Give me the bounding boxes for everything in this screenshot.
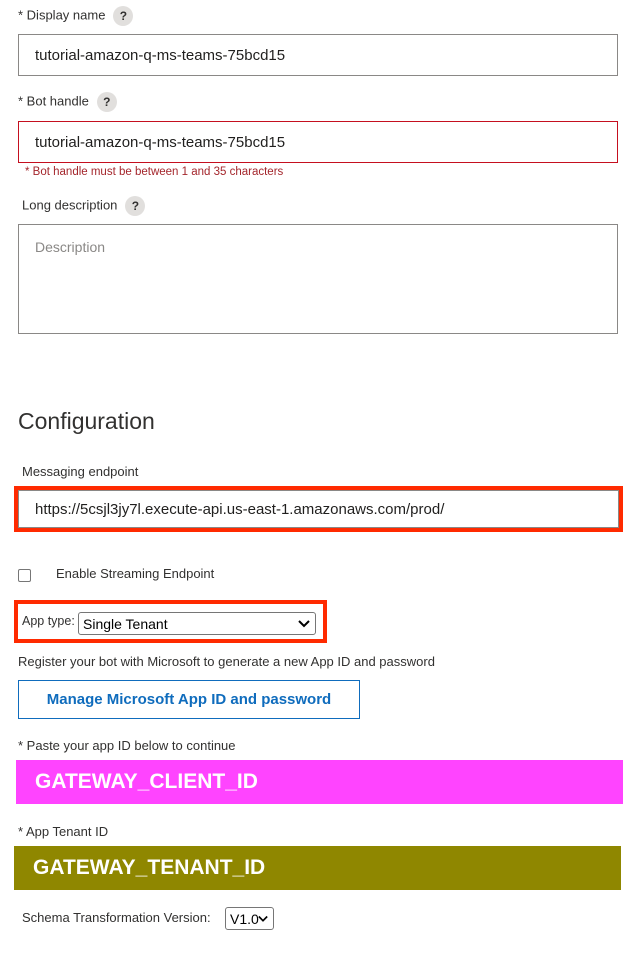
schema-version-label: Schema Transformation Version: [22,910,211,925]
tenant-id-input[interactable]: GATEWAY_TENANT_ID [14,846,621,890]
manage-app-id-button[interactable]: Manage Microsoft App ID and password [18,680,360,719]
bot-handle-error: * Bot handle must be between 1 and 35 ch… [25,166,284,178]
tenant-id-value: GATEWAY_TENANT_ID [33,856,266,879]
help-icon[interactable]: ? [113,6,134,26]
chevron-down-icon [298,619,310,627]
highlight-box-endpoint: https://5csjl3jy7l.execute-api.us-east-1… [14,486,623,532]
configuration-heading: Configuration [18,408,155,434]
app-type-select[interactable]: Single Tenant [78,612,316,635]
app-id-label: * Paste your app ID below to continue [18,738,236,753]
streaming-checkbox[interactable] [18,569,31,582]
bot-handle-label: * Bot handle [18,93,89,109]
tenant-id-label: * App Tenant ID [18,824,109,839]
messaging-endpoint-input[interactable]: https://5csjl3jy7l.execute-api.us-east-1… [18,490,619,528]
bot-handle-value: tutorial-amazon-q-ms-teams-75bcd15 [35,133,286,151]
display-name-input[interactable]: tutorial-amazon-q-ms-teams-75bcd15 [18,34,618,76]
streaming-label: Enable Streaming Endpoint [56,566,215,581]
manage-app-id-label: Manage Microsoft App ID and password [46,691,332,708]
display-name-value: tutorial-amazon-q-ms-teams-75bcd15 [35,46,286,64]
schema-version-value: V1.0 [230,910,259,927]
messaging-endpoint-label: Messaging endpoint [22,464,139,479]
long-description-label: Long description [22,197,118,213]
long-description-placeholder: Description [35,239,106,255]
register-text: Register your bot with Microsoft to gene… [18,654,435,669]
chevron-down-icon [258,915,268,922]
app-type-value: Single Tenant [83,615,168,632]
help-icon[interactable]: ? [125,196,146,216]
help-icon[interactable]: ? [96,92,117,112]
long-description-label-row: Long description? [22,196,146,216]
display-name-label: * Display name [18,7,106,23]
app-type-label: App type: [22,614,75,628]
app-id-input[interactable]: GATEWAY_CLIENT_ID [16,760,623,804]
bot-handle-label-row: * Bot handle? [18,92,117,112]
display-name-label-row: * Display name? [18,6,134,26]
schema-version-select[interactable]: V1.0 [225,907,274,930]
bot-handle-input[interactable]: tutorial-amazon-q-ms-teams-75bcd15 [18,121,618,163]
messaging-endpoint-value: https://5csjl3jy7l.execute-api.us-east-1… [35,500,445,518]
app-id-value: GATEWAY_CLIENT_ID [35,770,258,793]
long-description-textarea[interactable]: Description [18,224,618,334]
